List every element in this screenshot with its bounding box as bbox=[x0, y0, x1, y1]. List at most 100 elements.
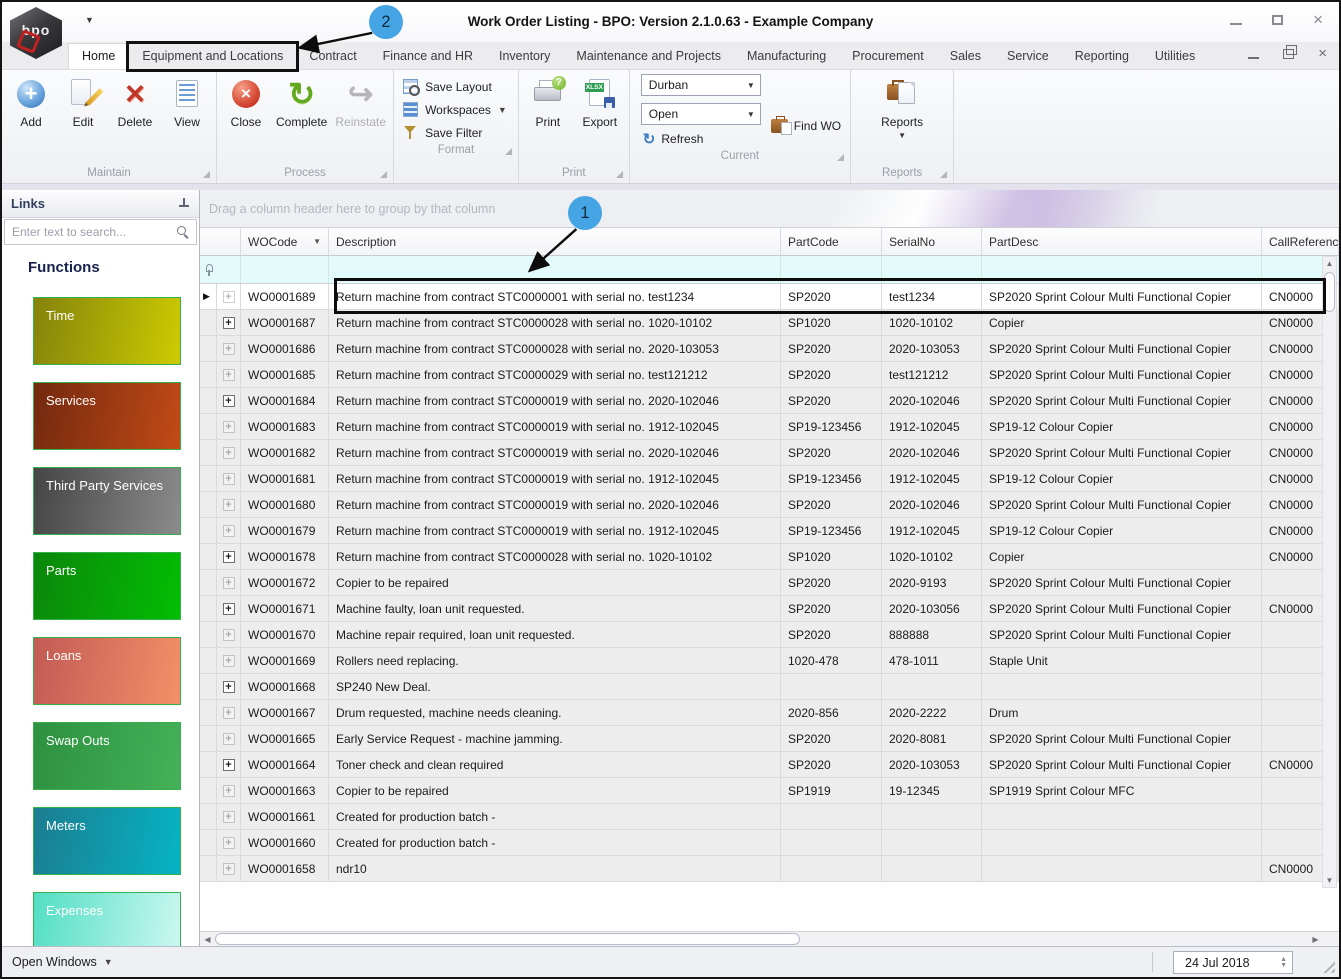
filter-input-wocode[interactable] bbox=[241, 256, 329, 283]
tab-inventory[interactable]: Inventory bbox=[486, 44, 563, 69]
save-layout-button[interactable]: Save Layout bbox=[403, 79, 507, 96]
expand-icon[interactable]: + bbox=[222, 602, 235, 615]
expand-icon[interactable]: + bbox=[222, 732, 235, 745]
expand-icon[interactable]: + bbox=[222, 524, 235, 537]
vertical-scroll-thumb[interactable] bbox=[1324, 272, 1335, 312]
table-row[interactable]: + WO0001665 Early Service Request - machin… bbox=[200, 726, 1339, 752]
vertical-scrollbar[interactable]: ▲ ▼ bbox=[1322, 256, 1337, 888]
table-row[interactable]: + WO0001678 Return machine from contract S… bbox=[200, 544, 1339, 570]
tab-equipment-and-locations[interactable]: Equipment and Locations bbox=[126, 41, 300, 72]
expand-icon[interactable]: + bbox=[222, 680, 235, 693]
function-tile-loans[interactable]: Loans bbox=[33, 637, 181, 705]
column-header-serialno[interactable]: SerialNo bbox=[882, 228, 982, 255]
table-row[interactable]: + WO0001680 Return machine from contract S… bbox=[200, 492, 1339, 518]
table-row[interactable]: + WO0001670 Machine repair required, loan … bbox=[200, 622, 1339, 648]
horizontal-scroll-thumb[interactable] bbox=[215, 933, 800, 945]
dialog-launcher-icon[interactable] bbox=[380, 171, 388, 178]
expand-icon[interactable]: + bbox=[222, 836, 235, 849]
expand-icon[interactable]: + bbox=[222, 446, 235, 459]
tab-home[interactable]: Home bbox=[68, 43, 130, 69]
tab-utilities[interactable]: Utilities bbox=[1142, 44, 1208, 69]
table-row[interactable]: + WO0001663 Copier to be repaired SP1919 19-… bbox=[200, 778, 1339, 804]
expand-icon[interactable]: + bbox=[222, 654, 235, 667]
function-tile-swap-outs[interactable]: Swap Outs bbox=[33, 722, 181, 790]
table-row[interactable]: + WO0001681 Return machine from contract S… bbox=[200, 466, 1339, 492]
delete-button[interactable]: × Delete bbox=[109, 75, 161, 132]
group-by-panel[interactable]: Drag a column header here to group by th… bbox=[200, 190, 1339, 228]
maximize-icon[interactable] bbox=[1272, 15, 1284, 25]
workspaces-button[interactable]: Workspaces ▼ bbox=[403, 102, 507, 117]
filter-input-description[interactable] bbox=[329, 256, 781, 283]
resize-grip-icon[interactable] bbox=[1320, 958, 1335, 973]
close-wo-button[interactable]: × Close bbox=[220, 75, 272, 132]
tab-service[interactable]: Service bbox=[994, 44, 1062, 69]
table-row[interactable]: + WO0001683 Return machine from contract S… bbox=[200, 414, 1339, 440]
expand-icon[interactable]: + bbox=[222, 498, 235, 511]
expand-icon[interactable]: + bbox=[222, 784, 235, 797]
expand-icon[interactable]: + bbox=[222, 316, 235, 329]
column-header-wocode[interactable]: WOCode ▼ bbox=[241, 228, 329, 255]
dialog-launcher-icon[interactable] bbox=[837, 154, 845, 161]
expand-icon[interactable]: + bbox=[222, 342, 235, 355]
date-spinner[interactable]: ▲ ▼ bbox=[1280, 956, 1287, 969]
mdi-minimize-icon[interactable] bbox=[1248, 57, 1260, 59]
filter-input-partcode[interactable] bbox=[781, 256, 882, 283]
tab-maintenance-and-projects[interactable]: Maintenance and Projects bbox=[563, 44, 734, 69]
tab-manufacturing[interactable]: Manufacturing bbox=[734, 44, 839, 69]
expand-icon[interactable]: + bbox=[222, 290, 235, 303]
filter-input-serialno[interactable] bbox=[882, 256, 982, 283]
horizontal-scrollbar[interactable]: ◀ ▶ bbox=[200, 931, 1339, 946]
scroll-right-icon[interactable]: ▶ bbox=[1308, 932, 1323, 946]
table-row[interactable]: + WO0001686 Return machine from contract S… bbox=[200, 336, 1339, 362]
table-row[interactable]: + WO0001661 Created for production batch - bbox=[200, 804, 1339, 830]
print-button[interactable]: ? Print bbox=[522, 75, 574, 132]
expand-icon[interactable]: + bbox=[222, 576, 235, 589]
dialog-launcher-icon[interactable] bbox=[504, 148, 512, 155]
table-row[interactable]: + WO0001658 ndr10 CN0000 bbox=[200, 856, 1339, 882]
view-button[interactable]: View bbox=[161, 75, 213, 132]
function-tile-time[interactable]: Time bbox=[33, 297, 181, 365]
tab-contract[interactable]: Contract bbox=[296, 44, 369, 69]
expand-icon[interactable]: + bbox=[222, 368, 235, 381]
reports-button[interactable]: Reports ▼ bbox=[876, 75, 928, 143]
dialog-launcher-icon[interactable] bbox=[203, 171, 210, 178]
function-tile-third-party-services[interactable]: Third Party Services bbox=[33, 467, 181, 535]
mdi-restore-icon[interactable] bbox=[1283, 45, 1298, 59]
tab-reporting[interactable]: Reporting bbox=[1062, 44, 1142, 69]
function-tile-expenses[interactable]: Expenses bbox=[33, 892, 181, 946]
scroll-up-icon[interactable]: ▲ bbox=[1323, 259, 1336, 268]
find-wo-button[interactable]: Find WO bbox=[770, 106, 841, 146]
links-search-input[interactable]: Enter text to search... bbox=[4, 219, 197, 245]
minimize-icon[interactable] bbox=[1230, 23, 1243, 25]
column-header-partdesc[interactable]: PartDesc bbox=[982, 228, 1262, 255]
status-select[interactable]: Open ▼ bbox=[640, 103, 761, 125]
expand-icon[interactable]: + bbox=[222, 706, 235, 719]
tab-sales[interactable]: Sales bbox=[937, 44, 994, 69]
pin-icon[interactable] bbox=[178, 197, 190, 210]
table-row[interactable]: + WO0001672 Copier to be repaired SP2020 202… bbox=[200, 570, 1339, 596]
filter-input-partdesc[interactable] bbox=[982, 256, 1262, 283]
expand-icon[interactable]: + bbox=[222, 472, 235, 485]
date-picker[interactable]: 24 Jul 2018 ▲ ▼ bbox=[1173, 951, 1293, 974]
function-tile-parts[interactable]: Parts bbox=[33, 552, 181, 620]
expand-icon[interactable]: + bbox=[222, 628, 235, 641]
table-row[interactable]: + WO0001682 Return machine from contract S… bbox=[200, 440, 1339, 466]
column-header-callreference[interactable]: CallReference bbox=[1262, 228, 1339, 255]
table-row[interactable]: + WO0001684 Return machine from contract S… bbox=[200, 388, 1339, 414]
function-tile-services[interactable]: Services bbox=[33, 382, 181, 450]
refresh-button[interactable]: ↻ Refresh bbox=[641, 132, 761, 147]
edit-button[interactable]: Edit bbox=[57, 75, 109, 132]
open-windows-button[interactable]: Open Windows ▼ bbox=[12, 955, 113, 969]
mdi-close-icon[interactable]: × bbox=[1318, 46, 1327, 61]
expand-icon[interactable]: + bbox=[222, 394, 235, 407]
table-row[interactable]: + WO0001669 Rollers need replacing. 1020-47… bbox=[200, 648, 1339, 674]
column-header-partcode[interactable]: PartCode bbox=[781, 228, 882, 255]
table-row[interactable]: + WO0001671 Machine faulty, loan unit requ… bbox=[200, 596, 1339, 622]
save-filter-button[interactable]: Save Filter bbox=[403, 125, 507, 140]
dialog-launcher-icon[interactable] bbox=[940, 171, 948, 178]
dialog-launcher-icon[interactable] bbox=[615, 171, 623, 178]
expand-icon[interactable]: + bbox=[222, 810, 235, 823]
table-row[interactable]: + WO0001664 Toner check and clean required… bbox=[200, 752, 1339, 778]
expand-icon[interactable]: + bbox=[222, 862, 235, 875]
table-row[interactable]: + WO0001679 Return machine from contract S… bbox=[200, 518, 1339, 544]
